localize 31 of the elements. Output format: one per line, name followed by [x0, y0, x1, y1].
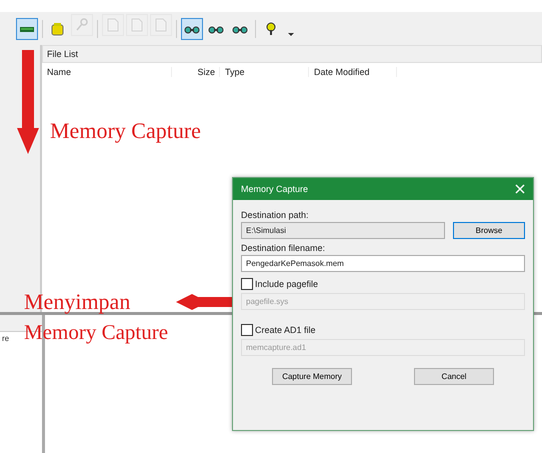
column-header[interactable]: Date Modified: [309, 67, 397, 77]
checkbox[interactable]: [241, 278, 253, 290]
page-icon: [129, 18, 145, 32]
browse-button[interactable]: Browse: [453, 222, 525, 239]
key-icon: [74, 18, 90, 32]
checkbox[interactable]: [241, 324, 253, 336]
dialog-title: Memory Capture: [241, 184, 308, 194]
annotation-label: Memory Capture: [50, 118, 201, 144]
checkbox-label: Create AD1 file: [255, 325, 316, 335]
page-icon: [153, 18, 169, 32]
jar-icon: [50, 22, 66, 36]
page-icon: [105, 18, 121, 32]
close-icon[interactable]: [515, 184, 525, 194]
path-field[interactable]: E:\Simulasi: [241, 222, 445, 239]
memory-capture-button[interactable]: [16, 18, 38, 40]
glasses-button[interactable]: [181, 18, 203, 40]
checkbox-label: Include pagefile: [255, 279, 318, 289]
field-label: Destination filename:: [241, 243, 326, 253]
down-arrow-icon: [17, 50, 39, 154]
annotation-label: Memory Capture: [24, 319, 168, 346]
column-header[interactable]: Name: [42, 67, 172, 77]
filename-field[interactable]: PengedarKePemasok.mem: [241, 255, 525, 272]
column-header[interactable]: Type: [220, 67, 309, 77]
caret-icon[interactable]: [288, 33, 294, 36]
annotation-label: Menyimpan: [24, 288, 130, 316]
capture-memory-button[interactable]: Capture Memory: [272, 368, 352, 385]
left-arrow-icon: [176, 294, 232, 310]
field-label: Destination path:: [241, 210, 310, 220]
column-header[interactable]: Size: [172, 67, 220, 77]
cancel-button[interactable]: Cancel: [414, 368, 494, 385]
panel-title: File List: [42, 45, 542, 63]
